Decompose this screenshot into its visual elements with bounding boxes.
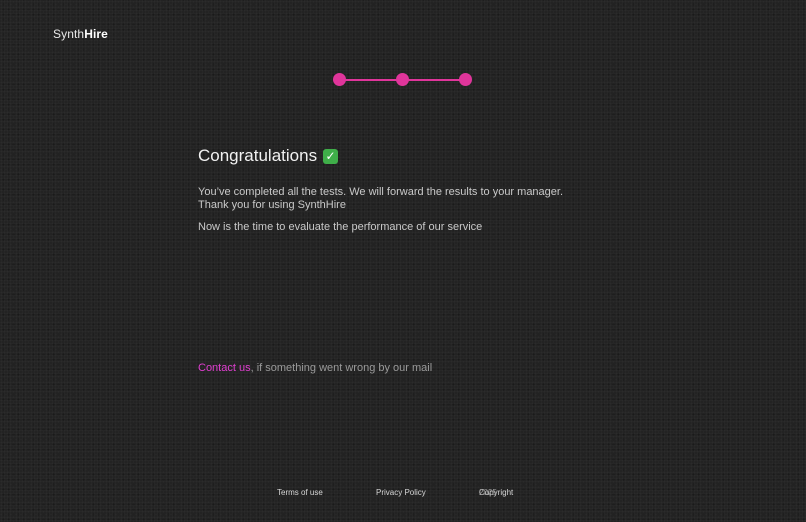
contact-line-text: , if something went wrong by our mail xyxy=(250,362,433,374)
page-title-row: Congratulations ✓ xyxy=(198,146,618,166)
stepper-connector-1 xyxy=(340,79,403,81)
copyright-year: 2025 xyxy=(479,488,497,497)
stepper-step-3 xyxy=(459,73,472,86)
brand-logo-prefix: Synth xyxy=(53,27,85,41)
brand-logo[interactable]: SynthHire xyxy=(53,27,108,41)
completion-panel: Congratulations ✓ You’ve completed all t… xyxy=(198,146,618,245)
progress-stepper xyxy=(333,73,473,87)
contact-line: Contact us, if something went wrong by o… xyxy=(198,362,432,374)
privacy-policy-link[interactable]: Privacy Policy xyxy=(376,488,426,497)
completion-message-line-2: Thank you for using SynthHire xyxy=(198,199,346,211)
completion-message-line-1: You’ve completed all the tests. We will … xyxy=(198,186,564,198)
evaluate-prompt: Now is the time to evaluate the performa… xyxy=(198,221,483,233)
brand-logo-suffix: Hire xyxy=(84,27,108,41)
stepper-step-1 xyxy=(333,73,346,86)
completion-message: You’ve completed all the tests. We will … xyxy=(198,186,618,212)
contact-us-link[interactable]: Contact us xyxy=(198,362,251,374)
stepper-connector-2 xyxy=(403,79,466,81)
stepper-step-2 xyxy=(396,73,409,86)
terms-of-use-link[interactable]: Terms of use xyxy=(277,488,323,497)
page-title: Congratulations xyxy=(198,146,318,165)
check-mark-icon: ✓ xyxy=(323,148,339,164)
